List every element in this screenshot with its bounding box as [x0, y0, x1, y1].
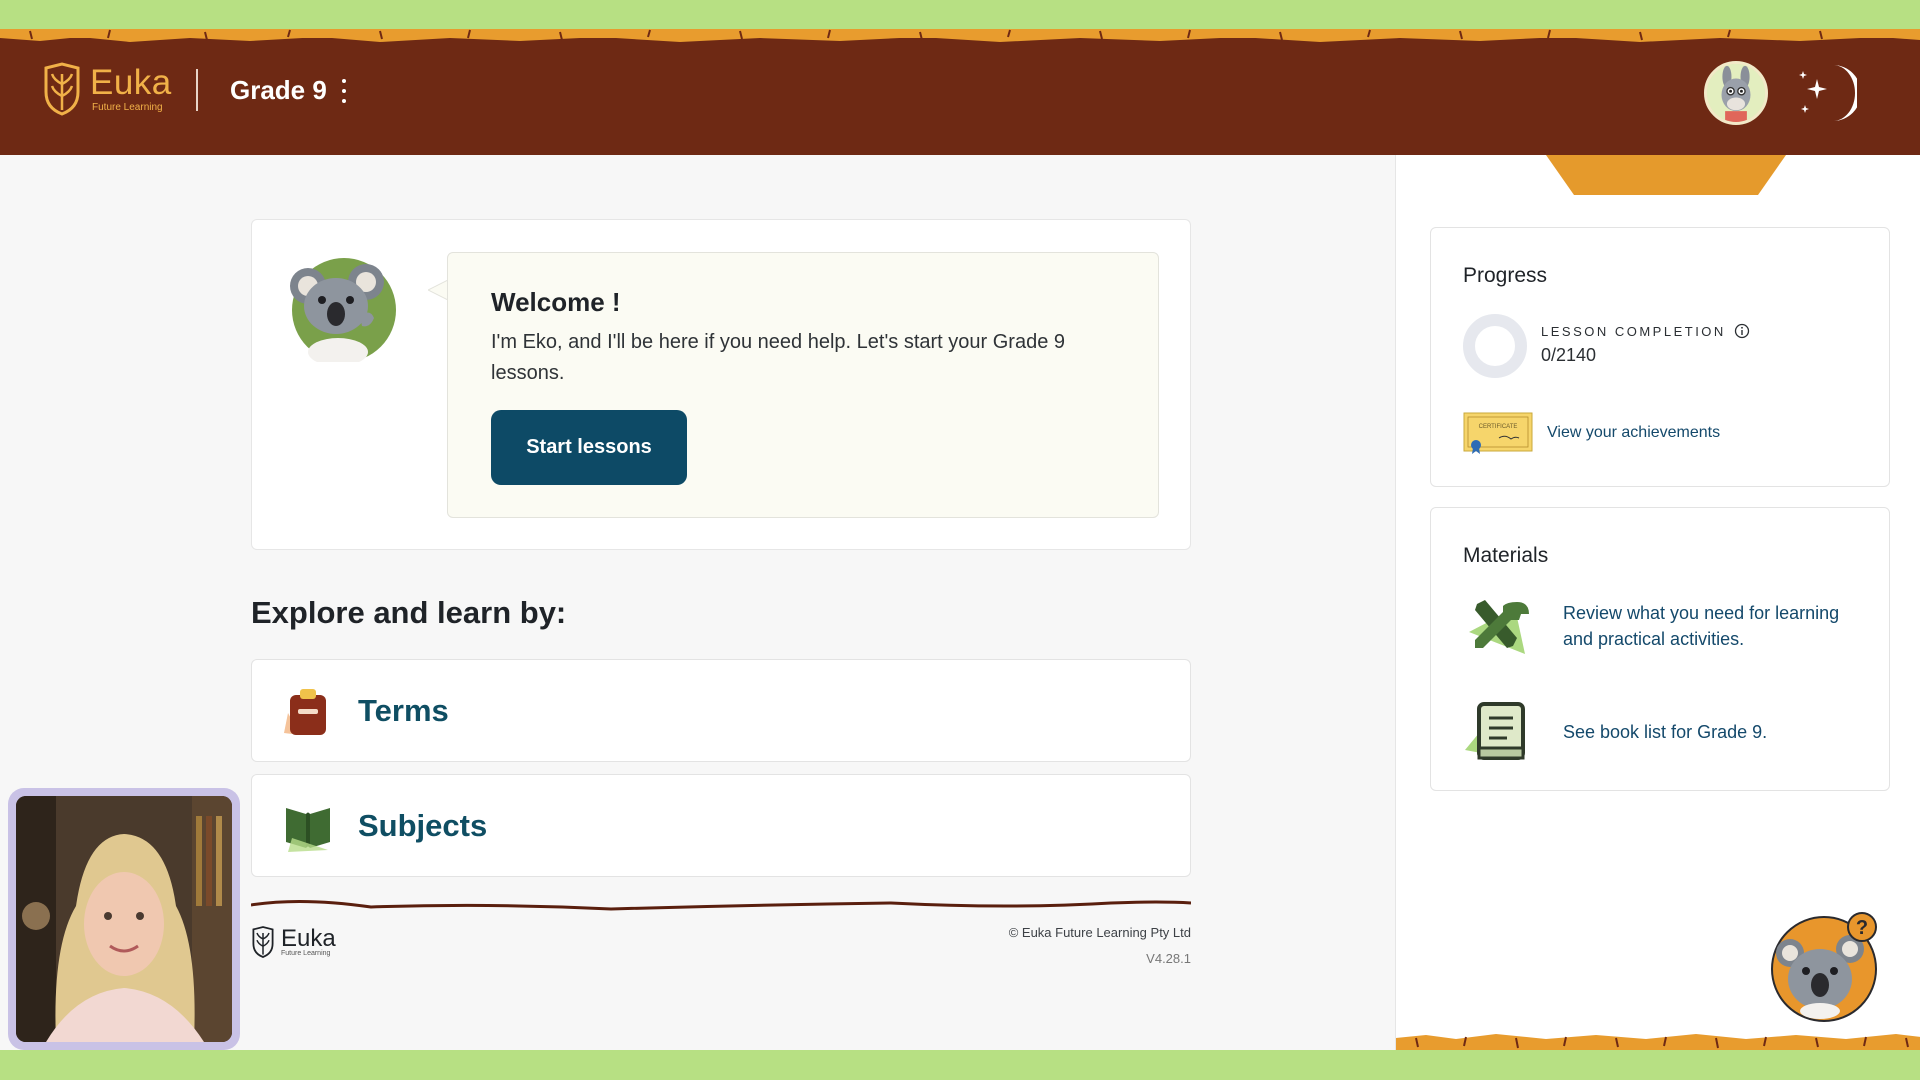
terms-label: Terms: [358, 692, 449, 728]
header-trim-pattern: [0, 29, 1920, 42]
certificate-text: CERTIFICATE: [1479, 424, 1518, 430]
dark-mode-toggle[interactable]: [1793, 61, 1861, 125]
footer-leaf-shield-icon: [252, 926, 274, 958]
clipboard-icon: [284, 688, 326, 735]
app-window: Euka Future Learning Grade 9 Welcome ! I…: [0, 29, 1920, 1050]
footer-euka-logo: Euka Future Learning: [251, 925, 336, 959]
tools-icon: [1469, 600, 1529, 654]
presenter-video-icon: [16, 796, 232, 1042]
materials-review-item[interactable]: Review what you need for learning and pr…: [1463, 594, 1873, 658]
help-koala-button[interactable]: ?: [1766, 907, 1886, 1025]
lesson-completion-label: LESSON COMPLETION: [1541, 323, 1750, 339]
sidebar-bottom-trim-pattern: [1396, 1034, 1920, 1050]
view-achievements-link[interactable]: View your achievements: [1547, 424, 1720, 442]
sidebar-top-tab: [1546, 155, 1786, 195]
materials-booklist-text: See book list for Grade 9.: [1563, 722, 1768, 742]
welcome-card: Welcome ! I'm Eko, and I'll be here if y…: [251, 219, 1191, 550]
welcome-speech-bubble: Welcome ! I'm Eko, and I'll be here if y…: [447, 252, 1159, 518]
eko-koala-avatar: [286, 252, 396, 366]
webcam-video-feed: [16, 796, 232, 1042]
footer-logo-tagline: Future Learning: [281, 949, 331, 957]
logo-tagline: Future Learning: [92, 101, 163, 113]
copyright-text: © Euka Future Learning Pty Ltd: [1008, 925, 1191, 940]
welcome-title: Welcome !: [491, 287, 621, 317]
footer-wavy-divider: [251, 899, 1191, 911]
leaf-shield-icon: [44, 62, 80, 116]
explore-subjects-card[interactable]: Subjects: [251, 774, 1191, 877]
version-text: V4.28.1: [1146, 951, 1191, 966]
start-lessons-button[interactable]: Start lessons: [491, 410, 687, 485]
materials-title: Materials: [1463, 544, 1549, 567]
explore-terms-card[interactable]: Terms: [251, 659, 1191, 762]
certificate-icon: CERTIFICATE: [1463, 412, 1533, 454]
header-divider: [196, 69, 198, 111]
grade-menu-kebab-icon[interactable]: [340, 79, 348, 103]
materials-review-text: Review what you need for learning and pr…: [1563, 603, 1840, 649]
webcam-overlay: [8, 788, 240, 1050]
euka-logo[interactable]: Euka Future Learning: [42, 62, 172, 116]
svg-text:?: ?: [1856, 917, 1868, 939]
donkey-avatar-icon: [1707, 64, 1765, 122]
welcome-message: I'm Eko, and I'll be here if you need he…: [491, 331, 1065, 384]
materials-card: Materials Review what you need for learn…: [1430, 507, 1890, 791]
explore-heading: Explore and learn by:: [251, 595, 567, 630]
materials-booklist-item[interactable]: See book list for Grade 9.: [1463, 700, 1873, 764]
book-icon: [1465, 702, 1525, 760]
moon-stars-icon: [1799, 65, 1861, 121]
completion-ring: [1463, 314, 1527, 378]
open-book-icon: [286, 807, 330, 852]
user-avatar-donkey[interactable]: [1704, 61, 1768, 125]
info-icon[interactable]: [1734, 323, 1750, 339]
koala-help-icon: ?: [1771, 912, 1877, 1022]
top-header: Euka Future Learning Grade 9: [0, 29, 1920, 155]
koala-icon: [290, 258, 396, 366]
progress-card: Progress LESSON COMPLETION 0/2140 CERTIF…: [1430, 227, 1890, 487]
logo-name: Euka: [90, 62, 172, 102]
lesson-completion-text: LESSON COMPLETION: [1541, 323, 1726, 339]
progress-title: Progress: [1463, 264, 1548, 287]
subjects-label: Subjects: [358, 807, 488, 843]
grade-title: Grade 9: [230, 75, 327, 105]
footer-logo-name: Euka: [281, 924, 336, 952]
lesson-completion-value: 0/2140: [1541, 345, 1597, 365]
